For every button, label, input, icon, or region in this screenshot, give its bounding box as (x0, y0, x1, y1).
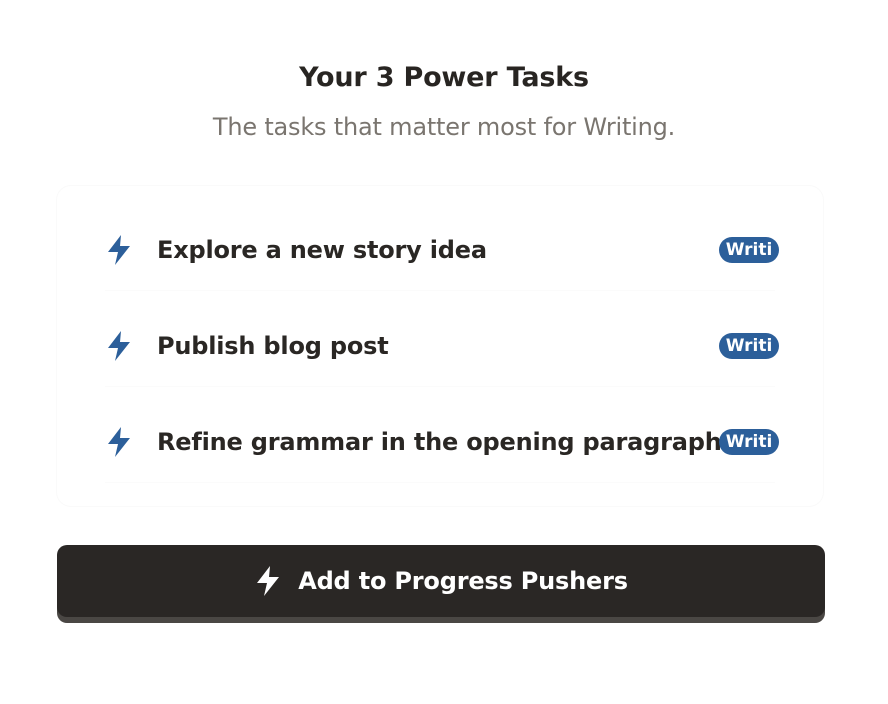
row-divider (105, 290, 775, 291)
category-badge: Writi (719, 237, 779, 263)
row-divider (105, 482, 775, 483)
task-label: Publish blog post (157, 332, 389, 360)
add-button-label: Add to Progress Pushers (298, 567, 628, 595)
task-item-2[interactable]: Publish blog post Writi (105, 316, 779, 376)
task-label: Refine grammar in the opening paragraph (157, 428, 722, 456)
category-badge: Writi (719, 333, 779, 359)
lightning-bolt-icon (257, 566, 280, 596)
page-title: Your 3 Power Tasks (299, 62, 589, 93)
task-item-3[interactable]: Refine grammar in the opening paragraph … (105, 412, 779, 472)
lightning-bolt-icon (108, 427, 130, 457)
header: Your 3 Power Tasks The tasks that matter… (0, 62, 888, 141)
lightning-bolt-icon (108, 331, 130, 361)
power-tasks-list: Explore a new story idea Writi Publish b… (57, 186, 823, 506)
category-badge: Writi (719, 429, 779, 455)
add-to-progress-pushers-button[interactable]: Add to Progress Pushers (57, 545, 825, 617)
task-item-1[interactable]: Explore a new story idea Writi (105, 220, 779, 280)
row-divider (105, 386, 775, 387)
page-subtitle: The tasks that matter most for Writing. (212, 113, 676, 141)
task-label: Explore a new story idea (157, 236, 487, 264)
lightning-bolt-icon (108, 235, 130, 265)
